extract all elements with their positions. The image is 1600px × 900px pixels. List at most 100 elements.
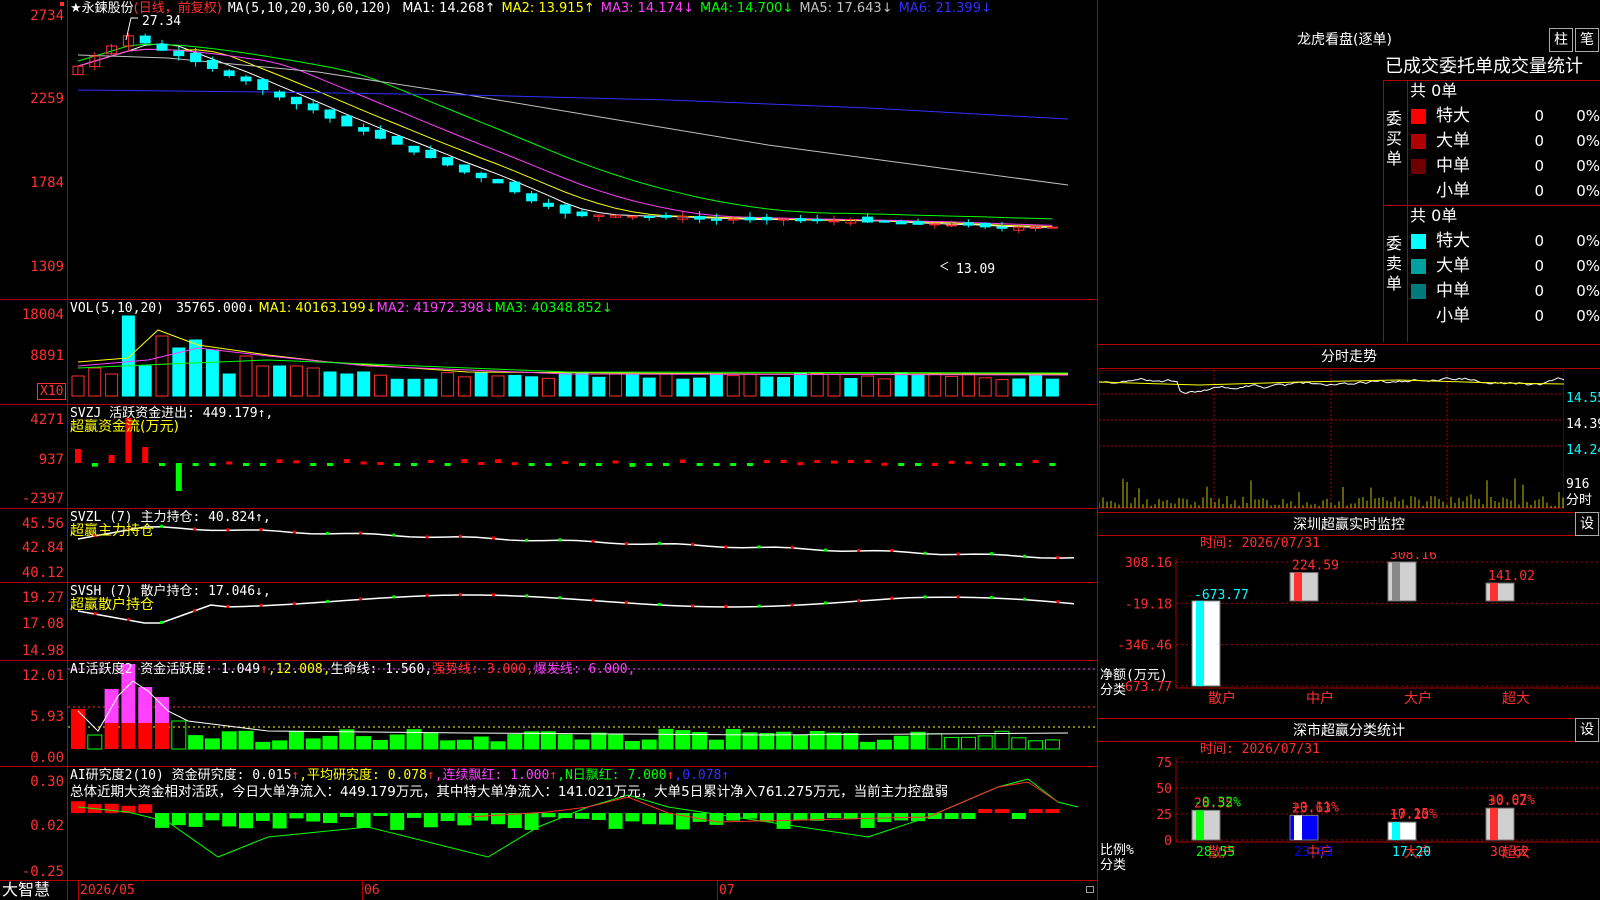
category-label: 大户	[1404, 690, 1432, 707]
ai-research-bar	[591, 813, 606, 820]
candle-body	[509, 181, 521, 193]
order-count: 0	[1534, 157, 1544, 175]
ai-active-y-tick: 12.01	[21, 668, 64, 684]
candle-body	[811, 218, 823, 222]
svzl-dot	[226, 528, 230, 532]
sz-monitor-settings-button[interactable]: 设	[1575, 512, 1599, 536]
order-stats-tab[interactable]: 已成交委托单成交量统计	[1385, 56, 1583, 78]
bar-mode-button[interactable]: 柱	[1549, 28, 1573, 52]
svsh-dot	[226, 604, 230, 608]
ai-research-header-part: ,平均研究度: 0.078	[299, 768, 427, 783]
volume-ma-value: MA2: 41972.398↓	[376, 301, 495, 316]
sz-monitor-chart[interactable]: 308.16 -19.18 -346.46 -673.77 散户 -673.77 中户 224…	[1098, 548, 1600, 717]
volume-bar	[71, 375, 85, 397]
ai-research-header-part: ↑	[426, 768, 435, 783]
lock-icon[interactable]	[1086, 886, 1094, 893]
volume-value: 35765.000↓	[176, 301, 255, 316]
svzl-dot	[691, 542, 695, 546]
ai-research-bar	[995, 809, 1009, 813]
candle-body	[274, 91, 286, 98]
brand-label[interactable]: 大智慧	[2, 881, 50, 899]
intraday-y-label: 14.55	[1566, 391, 1600, 406]
sz-class-settings-button[interactable]: 设	[1575, 718, 1599, 742]
volume-bar	[793, 372, 807, 397]
ai-active-bar	[389, 734, 405, 750]
ai-active-bar	[591, 732, 607, 750]
ma-value: MA4: 14.700↓	[700, 1, 794, 16]
volume-title: VOL(5,10,20)	[70, 301, 164, 316]
svzj-bar	[999, 463, 1005, 466]
svzj-bar	[528, 463, 535, 466]
data-bar-stripe	[1294, 815, 1302, 840]
ai-active-bar	[524, 731, 540, 750]
stock-title[interactable]: ★永鍊股份	[70, 1, 134, 16]
volume-ma-value: MA1: 40163.199↓	[258, 301, 377, 316]
order-size-label: 中单	[1436, 156, 1470, 176]
ai-research-bar	[944, 813, 959, 819]
date-tick	[717, 881, 718, 900]
volume-bar	[491, 375, 505, 397]
svzl-y-tick: 40.12	[21, 565, 64, 581]
volume-bar	[760, 376, 774, 397]
date-tick	[78, 881, 79, 900]
order-side-label: 委	[1386, 109, 1403, 128]
order-percent: 0%	[1576, 132, 1600, 150]
svzj-y-tick: 4271	[30, 412, 64, 428]
svsh-dot	[160, 621, 163, 624]
ai-active-bar	[708, 739, 724, 750]
ai-active-bar	[792, 734, 808, 750]
sz-class-chart[interactable]: 75 50 25 0 散户 28.55 28.55 -0.32% 中户 23.63 23.63 +0.…	[1098, 756, 1600, 900]
order-count: 0	[1534, 282, 1544, 300]
ai-active-bar	[608, 734, 624, 750]
svzl-subtitle: 超赢主力持仓	[70, 523, 154, 539]
ai-active-bar	[540, 731, 556, 750]
volume-bar	[592, 376, 606, 397]
price-chart-pane[interactable]	[68, 0, 1097, 299]
order-percent: 0%	[1576, 282, 1600, 300]
svzl-dot	[292, 530, 296, 534]
svsh-dot	[624, 600, 628, 604]
ai-active-bar	[473, 736, 489, 750]
ai-research-bar	[390, 813, 405, 830]
candle-body	[290, 96, 302, 105]
svsh-dot	[691, 604, 695, 608]
candle-body	[206, 59, 218, 69]
ai-active-bar	[322, 735, 338, 750]
stock-terminal-window: 2734 2259 1784 1309 ★永鍊股份(日线，前复权) MA(5,10…	[0, 0, 1600, 900]
svzj-bar	[259, 463, 266, 466]
order-size-label: 小单	[1436, 181, 1470, 201]
svzl-dot	[890, 548, 894, 552]
volume-bar	[340, 373, 354, 397]
candle-body	[324, 109, 336, 119]
intraday-chart[interactable]	[1098, 369, 1565, 510]
order-count: 0	[1534, 182, 1544, 200]
data-bar-stripe	[1392, 822, 1400, 840]
change-label: +0.07%	[1488, 793, 1535, 808]
svzj-bar	[108, 455, 115, 463]
candle-body	[492, 178, 504, 184]
order-color-swatch	[1411, 309, 1426, 324]
data-bar-stripe	[1392, 562, 1400, 601]
dragon-tiger-title: 龙虎看盘(逐单)	[1297, 32, 1392, 48]
ai-research-bar	[457, 813, 472, 826]
data-label: 141.02	[1488, 569, 1535, 584]
svzl-dot	[259, 528, 263, 532]
svzj-bar	[495, 459, 501, 463]
svzj-bar	[730, 463, 737, 466]
x-axis-title: 分类	[1100, 858, 1126, 873]
ai-active-bar	[507, 734, 523, 750]
data-bar-stripe	[1294, 572, 1302, 601]
svzj-bar	[343, 459, 350, 463]
ai-active-bar	[71, 709, 85, 749]
order-count: 0	[1534, 232, 1544, 250]
pen-mode-button[interactable]: 笔	[1575, 28, 1599, 52]
order-percent: 0%	[1576, 257, 1600, 275]
svzl-dot	[990, 552, 993, 556]
order-total: 共 0单	[1410, 206, 1458, 225]
svsh-dot	[292, 602, 296, 606]
ai-research-bar	[306, 813, 321, 822]
order-total: 共 0单	[1410, 81, 1458, 100]
svzl-dot	[824, 548, 827, 552]
ai-research-bar	[961, 813, 976, 819]
order-size-label: 小单	[1436, 306, 1470, 326]
